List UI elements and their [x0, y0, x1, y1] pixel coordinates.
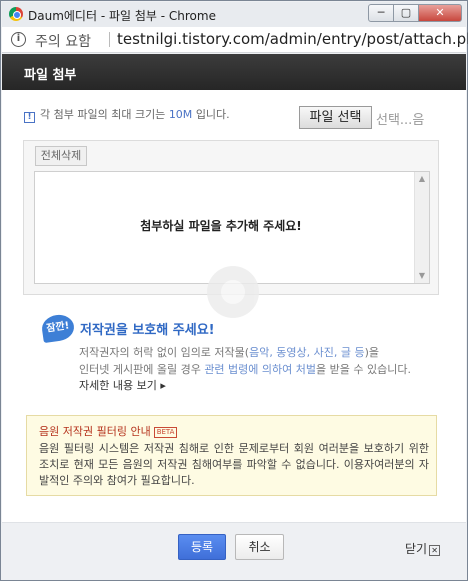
- delete-all-button[interactable]: 전체삭제: [35, 146, 87, 166]
- window-titlebar: Daum에디터 - 파일 첨부 - Chrome ─ ▢ ✕: [2, 2, 466, 27]
- address-bar[interactable]: i 주의 요함 testnilgi.tistory.com/admin/entr…: [2, 27, 468, 53]
- filter-title: 음원 저작권 필터링 안내: [39, 425, 151, 438]
- max-size-value: 10M: [168, 108, 193, 121]
- copyright-law-link[interactable]: 관련 법령에 의하여 처벌: [204, 363, 316, 376]
- close-window-button[interactable]: ✕: [418, 4, 462, 22]
- file-selection-status: 선택...음: [376, 113, 425, 128]
- scroll-down-arrow-icon[interactable]: ▼: [415, 269, 429, 283]
- chrome-logo-icon: [9, 7, 23, 21]
- size-notice-prefix: 각 첨부 파일의 최대 크기는: [40, 108, 166, 121]
- copyright-text-line2: 인터넷 게시판에 올릴 경우 관련 법령에 의하여 처벌을 받을 수 있습니다.: [79, 361, 411, 377]
- security-status[interactable]: 주의 요함: [35, 31, 91, 51]
- dialog-header: 파일 첨부: [2, 54, 466, 90]
- copyright-works-link[interactable]: 음악, 동영상, 사진, 글 등: [249, 346, 365, 359]
- size-notice-suffix: 입니다.: [195, 108, 230, 121]
- close-icon[interactable]: ✕: [429, 545, 441, 556]
- url-text[interactable]: testnilgi.tistory.com/admin/entry/post/a…: [117, 30, 468, 48]
- wait-badge-icon: 잠깐!: [40, 312, 76, 344]
- file-list-scrollbar[interactable]: ▲ ▼: [414, 172, 429, 283]
- maximize-button[interactable]: ▢: [393, 4, 419, 22]
- scroll-up-arrow-icon[interactable]: ▲: [415, 172, 429, 186]
- popup-window: Daum에디터 - 파일 첨부 - Chrome ─ ▢ ✕ i 주의 요함 t…: [0, 0, 468, 581]
- copyright-line2-prefix: 인터넷 게시판에 올릴 경우: [79, 363, 205, 376]
- copyright-line2-suffix: 을 받을 수 있습니다.: [316, 363, 411, 376]
- filter-description: 음원 필터링 시스템은 저작권 침해로 인한 문제로부터 회원 여러분을 보호하…: [39, 442, 429, 487]
- close-label[interactable]: 닫기: [405, 542, 427, 556]
- filter-title-row: 음원 저작권 필터링 안내 BETA: [39, 423, 178, 439]
- window-title: Daum에디터 - 파일 첨부 - Chrome: [28, 9, 216, 23]
- beta-badge: BETA: [153, 427, 178, 438]
- cancel-button[interactable]: 취소: [235, 534, 284, 560]
- drop-message: 첨부하실 파일을 추가해 주세요!: [140, 219, 302, 233]
- choose-file-button[interactable]: 파일 선택: [299, 106, 372, 129]
- minimize-button[interactable]: ─: [368, 4, 394, 22]
- close-dialog-link[interactable]: 닫기 ✕: [405, 540, 441, 557]
- exclamation-icon: !: [24, 112, 35, 123]
- address-separator: [109, 32, 110, 47]
- copyright-title: 저작권을 보호해 주세요!: [80, 323, 215, 338]
- copyright-text-line1: 저작권자의 허락 없이 임의로 저작물(음악, 동영상, 사진, 글 등)을: [79, 344, 379, 360]
- music-filter-notice: 음원 저작권 필터링 안내 BETA 음원 필터링 시스템은 저작권 침해로 인한…: [26, 415, 437, 496]
- dialog-footer: 등록 취소 닫기 ✕: [2, 522, 466, 578]
- copyright-line1-suffix: )을: [364, 346, 380, 359]
- max-size-notice: ! 각 첨부 파일의 최대 크기는 10M 입니다.: [24, 106, 230, 123]
- dialog-title: 파일 첨부: [24, 68, 77, 83]
- watermark-logo-icon: [207, 266, 259, 318]
- view-details-link[interactable]: 자세한 내용 보기 ▸: [79, 377, 166, 393]
- dialog-body: ! 각 첨부 파일의 최대 크기는 10M 입니다. 파일 선택 선택...음 전…: [2, 90, 466, 522]
- copyright-line1-prefix: 저작권자의 허락 없이 임의로 저작물(: [79, 346, 250, 359]
- info-icon[interactable]: i: [11, 32, 26, 47]
- register-button[interactable]: 등록: [178, 534, 226, 560]
